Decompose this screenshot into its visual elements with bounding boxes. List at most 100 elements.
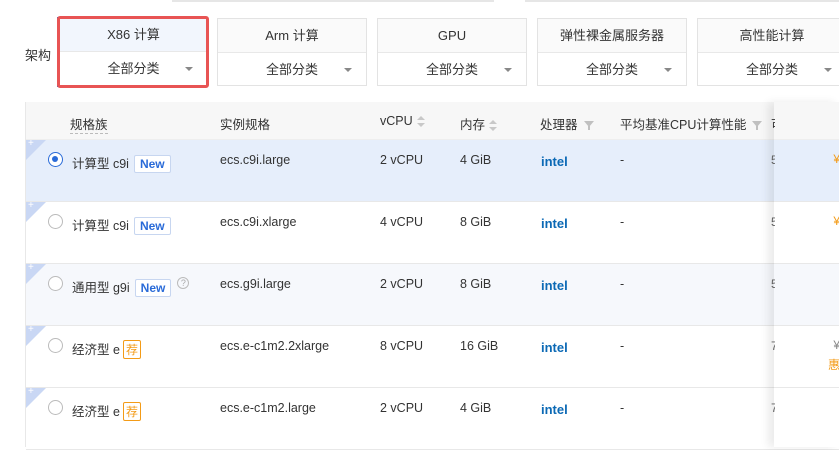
dropdown-value: 全部分类 xyxy=(585,62,638,77)
table-row[interactable]: + 经济型 e 荐 ecs.e-c1m2.large 2 vCPU 4 GiB intel -… xyxy=(26,386,839,450)
family-name: 经济型 e xyxy=(72,343,120,357)
header-perf[interactable]: 平均基准CPU计算性能 xyxy=(620,114,763,133)
arch-card-arm[interactable]: Arm 计算 全部分类 xyxy=(217,18,367,86)
cut-cell: 7 xyxy=(771,401,775,415)
filter-icon[interactable] xyxy=(752,120,763,131)
filter-icon[interactable] xyxy=(583,120,594,131)
memory-cell: 8 GiB xyxy=(460,215,492,229)
plus-icon: + xyxy=(28,200,34,211)
spec-cell: ecs.c9i.large xyxy=(220,153,291,167)
category-dropdown[interactable]: 全部分类 xyxy=(60,52,207,85)
spec-cell: ecs.e-c1m2.2xlarge xyxy=(220,339,330,353)
perf-cell: - xyxy=(620,153,625,167)
header-vcpu[interactable]: vCPU xyxy=(380,114,425,128)
perf-cell: - xyxy=(620,401,625,415)
memory-cell: 4 GiB xyxy=(460,401,492,415)
cut-cell: 5 xyxy=(771,277,775,291)
active-indicator xyxy=(57,17,59,87)
family-cell: 计算型 c9i New xyxy=(72,153,171,173)
row-radio[interactable] xyxy=(48,276,63,291)
recommend-badge: 荐 xyxy=(122,402,141,421)
family-cell: 经济型 e荐 xyxy=(72,401,141,421)
perf-cell: - xyxy=(620,215,625,229)
table-row[interactable]: + 计算型 c9i New ecs.c9i.xlarge 4 vCPU 8 GiB inte… xyxy=(26,200,839,264)
intel-logo: intel xyxy=(541,216,568,231)
row-radio[interactable] xyxy=(48,400,63,415)
row-radio[interactable] xyxy=(48,152,63,167)
family-name: 计算型 c9i xyxy=(72,219,129,233)
table-row[interactable]: + 计算型 c9i New ecs.c9i.large 2 vCPU 4 GiB intel… xyxy=(26,138,839,202)
caret-down-icon xyxy=(824,68,832,72)
plus-icon: + xyxy=(28,324,34,335)
dropdown-value: 全部分类 xyxy=(265,62,318,77)
cut-cell: 7 xyxy=(771,339,775,353)
arch-card-hpc[interactable]: 高性能计算 全部分类 xyxy=(697,18,839,86)
plus-icon: + xyxy=(28,386,34,397)
row-radio[interactable] xyxy=(48,338,63,353)
arch-card-x86[interactable]: X86 计算 全部分类 xyxy=(60,18,207,86)
arch-card-title[interactable]: Arm 计算 xyxy=(218,19,366,53)
arch-card-bare-metal[interactable]: 弹性裸金属服务器 全部分类 xyxy=(537,18,687,86)
caret-down-icon xyxy=(344,68,352,72)
arch-card-title[interactable]: 弹性裸金属服务器 xyxy=(538,19,686,53)
intel-logo: intel xyxy=(541,340,568,355)
price-text: ¥ xyxy=(833,152,839,166)
spec-cell: ecs.e-c1m2.large xyxy=(220,401,316,415)
plus-icon: + xyxy=(28,262,34,273)
cut-cell: 5 xyxy=(771,215,775,229)
vcpu-cell: 2 vCPU xyxy=(380,153,424,167)
vcpu-cell: 8 vCPU xyxy=(380,339,424,353)
intel-logo: intel xyxy=(541,278,568,293)
new-badge: New xyxy=(133,217,171,235)
table-row[interactable]: + 通用型 g9i New? ecs.g9i.large 2 vCPU 8 GiB inte… xyxy=(26,262,839,326)
vcpu-cell: 4 vCPU xyxy=(380,215,424,229)
header-processor[interactable]: 处理器 xyxy=(540,114,594,133)
help-icon[interactable]: ? xyxy=(177,277,190,289)
price-text: ¥ xyxy=(833,338,839,352)
family-name: 经济型 e xyxy=(72,405,120,419)
header-cut: 可 xyxy=(771,114,775,133)
intel-logo: intel xyxy=(541,402,568,417)
sort-icon[interactable] xyxy=(416,116,425,128)
category-dropdown[interactable]: 全部分类 xyxy=(698,53,839,86)
recommend-badge: 荐 xyxy=(122,340,141,359)
caret-down-icon xyxy=(664,68,672,72)
caret-down-icon xyxy=(504,68,512,72)
spec-cell: ecs.c9i.xlarge xyxy=(220,215,297,229)
header-spec: 实例规格 xyxy=(220,118,271,132)
header-label: 平均基准CPU计算性能 xyxy=(620,118,747,132)
vcpu-cell: 2 vCPU xyxy=(380,401,424,415)
family-cell: 经济型 e荐 xyxy=(72,339,141,359)
promo-text: 惠 xyxy=(827,358,839,372)
caret-down-icon xyxy=(185,67,193,71)
arch-card-title[interactable]: X86 计算 xyxy=(60,18,207,52)
new-badge: New xyxy=(134,279,172,297)
arch-card-title[interactable]: 高性能计算 xyxy=(698,19,839,53)
price-text: ¥ xyxy=(833,214,839,228)
table-header: 规格族 实例规格 vCPU 内存 处理器 平均基准CPU计算性能 可 xyxy=(26,102,839,140)
category-dropdown[interactable]: 全部分类 xyxy=(538,53,686,86)
arch-card-title[interactable]: GPU xyxy=(378,19,526,53)
spec-cell: ecs.g9i.large xyxy=(220,277,291,291)
category-dropdown[interactable]: 全部分类 xyxy=(378,53,526,86)
arch-label: 架构 xyxy=(25,48,52,63)
new-badge: New xyxy=(133,155,171,173)
perf-cell: - xyxy=(620,277,625,291)
dropdown-value: 全部分类 xyxy=(107,61,160,76)
cut-cell: 5 xyxy=(771,153,775,167)
header-label: 内存 xyxy=(460,118,486,132)
row-radio[interactable] xyxy=(48,214,63,229)
table-row[interactable]: + 经济型 e 荐 ecs.e-c1m2.2xlarge 8 vCPU 16 GiB int… xyxy=(26,324,839,388)
header-memory[interactable]: 内存 xyxy=(460,114,498,133)
header-label: 处理器 xyxy=(540,118,578,132)
arch-card-gpu[interactable]: GPU 全部分类 xyxy=(377,18,527,86)
intel-logo: intel xyxy=(541,154,568,169)
dropdown-value: 全部分类 xyxy=(745,62,798,77)
family-cell: 计算型 c9i New xyxy=(72,215,171,235)
family-name: 通用型 g9i xyxy=(72,281,130,295)
dropdown-value: 全部分类 xyxy=(425,62,478,77)
category-dropdown[interactable]: 全部分类 xyxy=(218,53,366,86)
family-name: 计算型 c9i xyxy=(72,157,129,171)
sort-icon[interactable] xyxy=(489,120,498,132)
header-label: vCPU xyxy=(380,114,413,128)
